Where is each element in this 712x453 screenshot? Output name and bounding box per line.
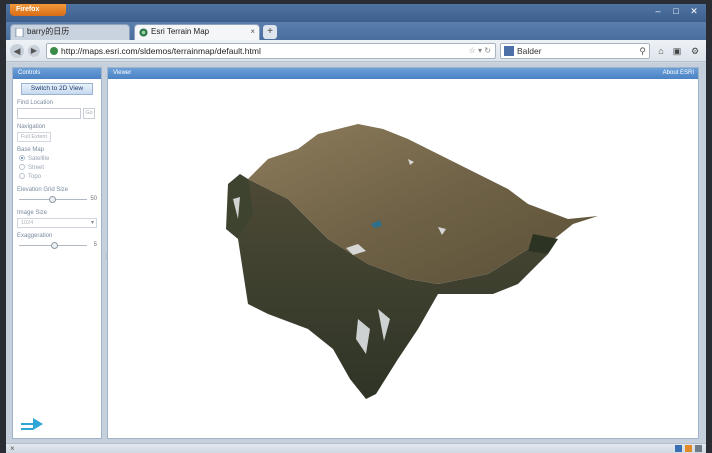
- tab-label: Esri Terrain Map: [151, 27, 210, 36]
- reload-icon[interactable]: ☆ ▾ ↻: [469, 44, 491, 58]
- search-icon[interactable]: ⚲: [639, 44, 646, 58]
- title-bar: Firefox – □ ✕: [6, 4, 706, 22]
- status-icons: [675, 445, 702, 452]
- image-size-label: Image Size: [17, 210, 48, 216]
- status-bar: ×: [6, 443, 706, 453]
- address-bar[interactable]: http://maps.esri.com/sldemos/terrainmap/…: [46, 43, 496, 59]
- chevron-down-icon: ▾: [90, 220, 94, 226]
- tools-icon[interactable]: ⚙: [688, 44, 702, 58]
- viewer-panel: Viewer About ESRI: [107, 67, 699, 439]
- firefox-menu-button[interactable]: Firefox: [10, 4, 66, 16]
- find-location-input[interactable]: [17, 108, 81, 119]
- about-esri-link[interactable]: About ESRI: [663, 68, 694, 79]
- slider-handle[interactable]: [51, 242, 58, 249]
- maximize-icon[interactable]: □: [670, 6, 682, 16]
- page-content: Controls Switch to 2D View Find Location…: [6, 63, 706, 443]
- exaggeration-slider[interactable]: 5: [17, 241, 97, 251]
- elevation-grid-slider[interactable]: 50: [17, 195, 97, 205]
- panel-splitter[interactable]: ⋮: [103, 253, 109, 267]
- tab-bar: barry的日历 Esri Terrain Map × +: [6, 22, 706, 40]
- radio-satellite[interactable]: Satellite: [19, 155, 97, 164]
- tab-label: barry的日历: [27, 27, 70, 36]
- site-identity-icon[interactable]: [50, 47, 58, 55]
- exaggeration-label: Exaggeration: [17, 233, 53, 239]
- switch-2d-view-button[interactable]: Switch to 2D View: [21, 83, 93, 95]
- home-icon[interactable]: ⌂: [654, 44, 668, 58]
- search-field[interactable]: Balder ⚲: [500, 43, 650, 59]
- url-text: http://maps.esri.com/sldemos/terrainmap/…: [61, 46, 261, 56]
- search-engine-icon[interactable]: [504, 46, 514, 56]
- extension-icon[interactable]: [685, 445, 692, 452]
- image-size-select[interactable]: 1024 ▾: [17, 218, 97, 228]
- navigation-toolbar: ◀ ▶ http://maps.esri.com/sldemos/terrain…: [6, 40, 706, 62]
- navigation-label: Navigation: [17, 124, 46, 130]
- back-icon[interactable]: ◀: [10, 44, 24, 58]
- search-value: Balder: [517, 46, 542, 56]
- extension-icon[interactable]: [695, 445, 702, 452]
- elevation-grid-label: Elevation Grid Size: [17, 187, 69, 193]
- base-map-label: Base Map: [17, 147, 45, 153]
- radio-topo[interactable]: Topo: [19, 173, 97, 182]
- page-icon: [15, 28, 24, 37]
- controls-panel: Controls Switch to 2D View Find Location…: [12, 67, 102, 439]
- close-icon[interactable]: ✕: [688, 6, 700, 16]
- forward-icon[interactable]: ▶: [28, 45, 40, 57]
- exaggeration-value: 5: [93, 242, 97, 248]
- window-controls: – □ ✕: [652, 6, 700, 16]
- close-tab-icon[interactable]: ×: [250, 25, 255, 39]
- tab-esri-terrain-map[interactable]: Esri Terrain Map ×: [134, 24, 260, 40]
- close-addon-bar-icon[interactable]: ×: [10, 444, 15, 453]
- full-extent-button[interactable]: Full Extent: [17, 132, 51, 142]
- globe-icon: [139, 28, 148, 37]
- radio-selected-icon: [19, 155, 25, 161]
- viewer-title: Viewer: [113, 70, 132, 76]
- minimize-icon[interactable]: –: [652, 6, 664, 16]
- terrain-3d-view[interactable]: [108, 79, 698, 439]
- find-location-label: Find Location: [17, 100, 54, 106]
- viewer-header: Viewer About ESRI: [108, 68, 698, 79]
- radio-street[interactable]: Street: [19, 164, 97, 173]
- radio-icon: [19, 173, 25, 179]
- go-button[interactable]: Go: [83, 108, 95, 119]
- bookmarks-icon[interactable]: ▣: [670, 44, 684, 58]
- radio-icon: [19, 164, 25, 170]
- elevation-grid-value: 50: [90, 196, 97, 202]
- slider-handle[interactable]: [49, 196, 56, 203]
- new-tab-button[interactable]: +: [263, 25, 277, 39]
- controls-header: Controls: [13, 68, 101, 79]
- extension-icon[interactable]: [675, 445, 682, 452]
- tab-calendar[interactable]: barry的日历: [10, 24, 130, 40]
- browser-window: Firefox – □ ✕ barry的日历 Esri Terrain Map …: [6, 4, 706, 453]
- esri-logo-icon: [21, 418, 43, 430]
